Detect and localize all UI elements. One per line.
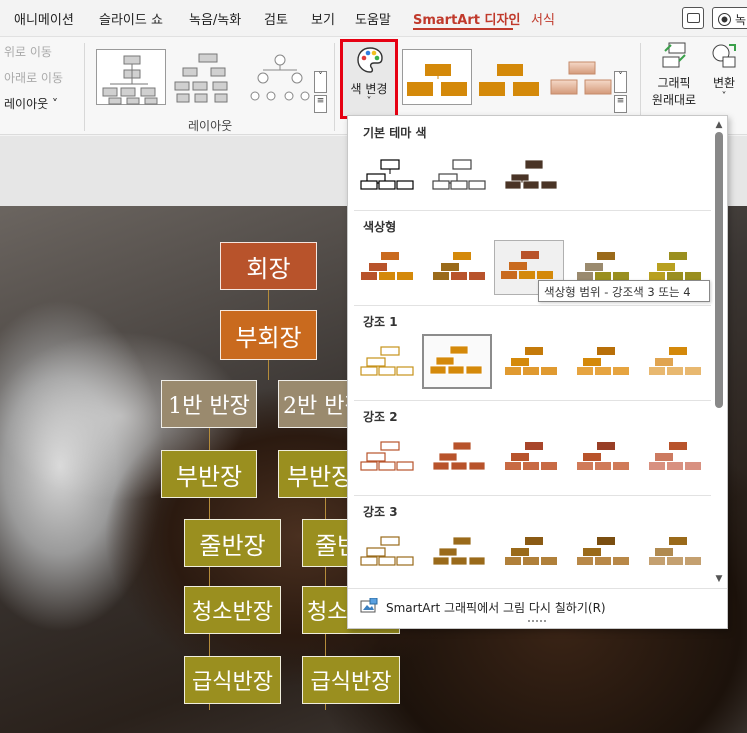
tab-recording[interactable]: 녹음/녹화 — [189, 9, 241, 28]
layouts-group-label: 레이아웃 — [188, 119, 233, 133]
reset-graphic-button[interactable]: 그래픽 원래대로 — [648, 41, 700, 115]
scroll-up-icon[interactable]: ▲ — [714, 120, 724, 130]
style-option-1[interactable] — [402, 49, 472, 105]
color-option-colorful-range-2-3[interactable] — [426, 241, 496, 296]
style-option-2[interactable] — [474, 49, 544, 105]
palette-icon — [357, 47, 383, 73]
org-node-vice-leader-a[interactable]: 부반장 — [161, 450, 257, 498]
layout-option-circle-picture-hierarchy[interactable] — [244, 49, 314, 105]
color-option-dark2-fill[interactable] — [498, 151, 568, 206]
connector — [209, 428, 210, 450]
org-node-meal-leader-b[interactable]: 급식반장 — [302, 656, 400, 704]
tab-help[interactable]: 도움말 — [355, 9, 391, 28]
tab-smartart-design[interactable]: SmartArt 디자인 — [413, 9, 520, 28]
chevron-down-icon: ˅ — [366, 96, 372, 107]
move-down-button[interactable]: 아래로 이동 — [4, 69, 63, 86]
color-option-accent3-gradient-range[interactable] — [498, 526, 568, 581]
color-option-accent1-fill-selected[interactable] — [422, 334, 492, 389]
color-option-accent2-outline[interactable] — [354, 431, 424, 486]
tab-review[interactable]: 검토 — [264, 9, 288, 28]
color-option-dark1-outline[interactable] — [354, 151, 424, 206]
hover-tooltip: 색상형 범위 - 강조색 3 또는 4 — [538, 280, 710, 302]
section-title-accent2: 강조 2 — [363, 410, 398, 424]
color-option-accent1-gradient-loop[interactable] — [570, 336, 640, 391]
reset-graphic-label-1: 그래픽 — [657, 76, 691, 90]
org-node-vice-chairman[interactable]: 부회장 — [220, 310, 317, 360]
convert-button[interactable]: 변환 ˅ — [704, 41, 744, 115]
group-separator — [84, 43, 85, 131]
connector — [268, 360, 269, 380]
org-node-chairman[interactable]: 회장 — [220, 242, 317, 290]
smartart-styles-gallery: ˅ ≡ — [402, 45, 632, 113]
layout-option-org-chart[interactable] — [96, 49, 166, 105]
color-option-dark2-outline[interactable] — [426, 151, 496, 206]
reset-graphic-label-2: 원래대로 — [651, 93, 697, 107]
tab-animations[interactable]: 애니메이션 — [14, 9, 74, 28]
dropdown-scrollbar[interactable]: ▲ ▼ — [712, 118, 726, 588]
style-option-3[interactable] — [546, 49, 616, 105]
record-button-label: 녹 — [735, 13, 747, 27]
recolor-pictures-option[interactable]: SmartArt 그래픽에서 그림 다시 칠하기(R) — [386, 599, 606, 616]
scroll-down-icon[interactable]: ▼ — [714, 574, 724, 584]
layout-gallery-scroll-down[interactable]: ˅ — [314, 71, 327, 93]
tab-slide-show[interactable]: 슬라이드 쇼 — [99, 9, 163, 28]
recolor-pictures-icon — [360, 598, 378, 613]
styles-gallery-scroll-down[interactable]: ˅ — [614, 71, 627, 93]
section-title-accent3: 강조 3 — [363, 505, 398, 519]
section-divider — [354, 305, 711, 306]
color-option-colorful-accent[interactable] — [354, 241, 424, 296]
org-node-class1-leader[interactable]: 1반 반장 — [161, 380, 257, 428]
tab-format[interactable]: 서식 — [531, 9, 555, 28]
org-node-class2-leader[interactable]: 2반 반장 — [278, 380, 348, 428]
chevron-down-icon: ˅ — [721, 91, 727, 102]
convert-label: 변환 — [712, 76, 736, 90]
layout-option-name-title-org-chart[interactable] — [170, 49, 240, 105]
layout-gallery-more[interactable]: ≡ — [314, 95, 327, 113]
resize-grip[interactable] — [528, 620, 546, 623]
styles-gallery-more[interactable]: ≡ — [614, 95, 627, 113]
color-option-accent1-transparent[interactable] — [642, 336, 712, 391]
dropdown-footer: SmartArt 그래픽에서 그림 다시 칠하기(R) — [348, 588, 727, 628]
color-option-accent1-outline[interactable] — [354, 336, 424, 391]
layout-gallery: ˅ ≡ — [94, 45, 330, 113]
section-title-primary-theme: 기본 테마 색 — [363, 126, 427, 140]
section-divider — [354, 400, 711, 401]
org-node-meal-leader-a[interactable]: 급식반장 — [184, 656, 281, 704]
change-colors-button[interactable]: 색 변경 ˅ — [340, 39, 398, 119]
comments-button[interactable] — [682, 7, 704, 29]
section-title-colorful: 색상형 — [363, 220, 397, 234]
color-option-accent3-gradient-loop[interactable] — [570, 526, 640, 581]
convert-icon — [712, 44, 736, 68]
change-colors-dropdown: 기본 테마 색 색상형 강조 1 강조 2 강조 3 ▲ ▼ SmartArt … — [347, 115, 728, 629]
color-option-accent3-transparent[interactable] — [642, 526, 712, 581]
color-option-accent2-transparent[interactable] — [642, 431, 712, 486]
color-option-accent2-fill[interactable] — [426, 431, 496, 486]
section-divider — [354, 495, 711, 496]
org-node-vice-leader-b[interactable]: 부반장 — [278, 450, 348, 498]
color-option-accent3-outline[interactable] — [354, 526, 424, 581]
change-colors-label: 색 변경 — [350, 82, 388, 96]
scrollbar-thumb[interactable] — [715, 132, 723, 408]
color-option-accent3-fill[interactable] — [426, 526, 496, 581]
org-node-line-leader-b[interactable]: 줄반장 — [302, 519, 348, 567]
color-option-accent2-gradient-range[interactable] — [498, 431, 568, 486]
layout-dropdown-button[interactable]: 레이아웃 ˅ — [4, 95, 58, 112]
connector — [268, 290, 269, 310]
section-title-accent1: 강조 1 — [363, 315, 398, 329]
move-up-button[interactable]: 위로 이동 — [4, 43, 52, 60]
record-button[interactable]: 녹 — [712, 7, 747, 29]
ribbon-tab-bar: 애니메이션 슬라이드 쇼 녹음/녹화 검토 보기 도움말 SmartArt 디자… — [0, 0, 747, 36]
org-node-line-leader-a[interactable]: 줄반장 — [184, 519, 281, 567]
reset-graphic-icon — [662, 42, 686, 68]
tab-view[interactable]: 보기 — [311, 9, 335, 28]
color-option-accent2-gradient-loop[interactable] — [570, 431, 640, 486]
section-divider — [354, 210, 711, 211]
color-option-accent1-gradient-range[interactable] — [498, 336, 568, 391]
active-tab-underline — [413, 28, 513, 30]
group-separator — [334, 43, 335, 131]
org-node-clean-leader-a[interactable]: 청소반장 — [184, 586, 281, 634]
